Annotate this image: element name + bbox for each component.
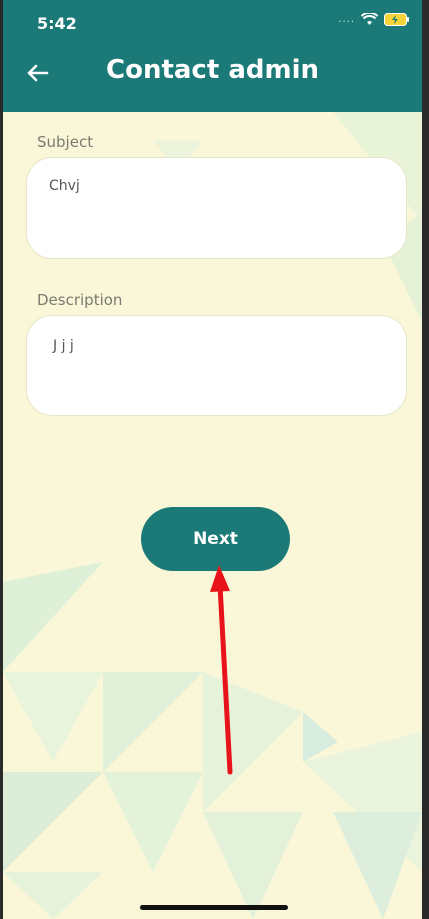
home-indicator: [140, 905, 288, 910]
red-annotation-arrow: [210, 565, 233, 775]
phone-screen: 5:42 .... Contact admin Subject Chvj Des…: [3, 0, 422, 919]
